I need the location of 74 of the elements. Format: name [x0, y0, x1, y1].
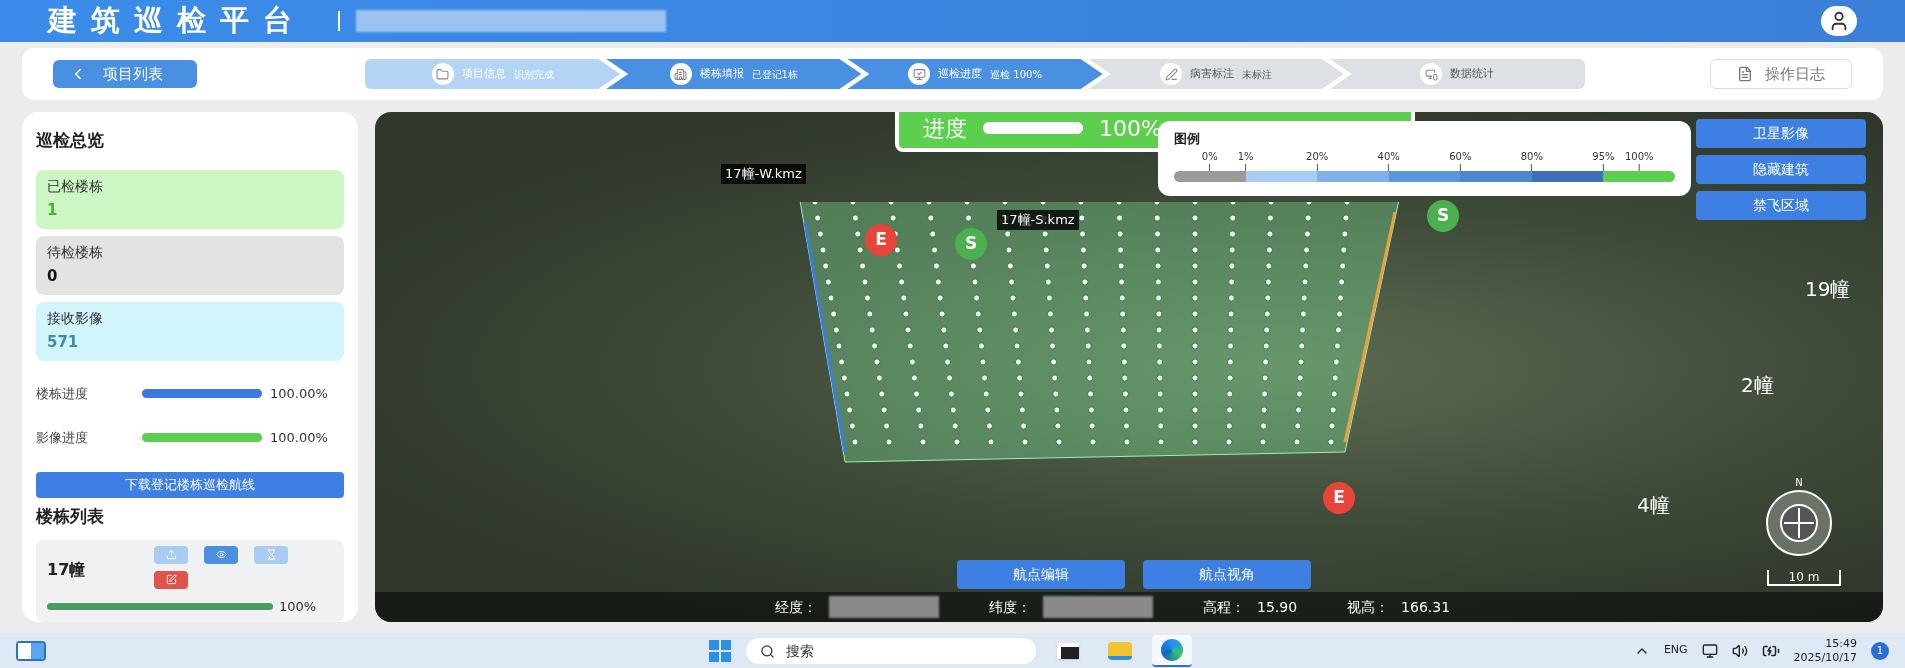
clock[interactable]: 15:49 2025/10/17: [1793, 636, 1857, 665]
route-marker: S: [1427, 200, 1459, 232]
route-marker: S: [955, 228, 987, 260]
building-progress-reading: 100%: [279, 597, 317, 616]
coordinate-label: 经度：: [775, 597, 817, 617]
coordinate-value: 15.90: [1257, 597, 1298, 617]
stat-card: 待检楼栋 0: [36, 235, 344, 295]
legend-title: 图例: [1174, 130, 1201, 148]
progress-label: 楼栋进度: [36, 384, 89, 403]
progress-step[interactable]: 巡检进度 巡检 100%: [847, 59, 1103, 89]
coordinate-label: 视高：: [1347, 597, 1390, 617]
document-icon: [1737, 66, 1753, 82]
notification-badge[interactable]: 1: [1871, 641, 1889, 660]
legend-tick: 20%: [1306, 148, 1329, 171]
progress-label: 影像进度: [36, 428, 89, 447]
search-icon: [760, 643, 775, 659]
legend-tick: 0%: [1201, 148, 1218, 171]
progress-reading: 100.00%: [270, 384, 328, 403]
waypoint-button[interactable]: 航点视角: [1143, 560, 1311, 589]
legend-tick: 95%: [1592, 148, 1615, 171]
language-indicator[interactable]: ENG: [1663, 642, 1688, 659]
edit-action-button[interactable]: [154, 570, 188, 589]
view-icon: [215, 549, 227, 560]
building-label: 2幢: [1741, 372, 1774, 399]
route-marker: E: [1323, 482, 1355, 514]
legend-tick: 100%: [1624, 148, 1654, 171]
screen-icon: [1420, 63, 1443, 85]
folder-icon: [431, 63, 454, 85]
list-title: 楼栋列表: [36, 505, 105, 528]
app-title: 建筑巡检平台: [48, 2, 306, 40]
search-field[interactable]: 搜索: [746, 637, 1036, 664]
hourglass-icon: [265, 549, 277, 560]
speaker-icon[interactable]: [1731, 642, 1748, 659]
stat-card: 已检楼栋 1: [36, 169, 344, 229]
coordinate-label: 纬度：: [989, 597, 1031, 617]
layer-button[interactable]: 卫星影像: [1696, 119, 1866, 148]
stat-card: 接收影像 571: [36, 301, 344, 361]
legend-tick: 1%: [1237, 148, 1254, 171]
progress-step[interactable]: 病害标注 未标注: [1088, 59, 1344, 89]
legend-tick: 40%: [1377, 148, 1400, 171]
user-avatar-icon[interactable]: [1821, 6, 1857, 36]
card-progress-reading: 100%: [1099, 114, 1162, 143]
browser-app-icon[interactable]: [1152, 634, 1192, 667]
satellite-map-photo[interactable]: 进度 100% 图例 0% 1% 20% 40% 60% 80% 95% 100% 卫星影像 隐藏建筑 禁飞区域 17幢-W.kmz 17幢-S.kmz E S S E 19幢 2幢 4幢 航点编辑 航点视角 N 10 m 经度： 纬度： 高程： 15.90 视高： 166.31: [375, 112, 1883, 622]
building-name: 17幢: [47, 558, 87, 581]
pen-icon: [1160, 63, 1183, 85]
route-label: 17幢-S.kmz: [997, 210, 1079, 230]
coordinate-value: 166.31: [1401, 597, 1451, 617]
building-label: 19幢: [1805, 276, 1851, 303]
monitor-icon: [908, 63, 931, 85]
back-button[interactable]: 项目列表: [53, 60, 197, 88]
card-progress-label: 进度: [923, 114, 967, 143]
download-route-button[interactable]: 下载登记楼栋巡检航线: [36, 472, 344, 498]
progress-step[interactable]: 数据统计: [1329, 59, 1585, 89]
waypoint-button[interactable]: 航点编辑: [957, 560, 1125, 589]
progress-reading: 100.00%: [270, 428, 328, 447]
edit-icon: [165, 574, 177, 585]
widgets-icon[interactable]: [16, 640, 46, 661]
legend-tick: 80%: [1520, 148, 1543, 171]
upload-icon: [165, 549, 177, 560]
layer-button[interactable]: 禁飞区域: [1696, 191, 1866, 220]
building-card[interactable]: 17幢 100%: [36, 539, 344, 622]
route-label: 17幢-W.kmz: [721, 164, 806, 184]
route-marker: E: [865, 224, 897, 256]
panel-title: 巡检总览: [36, 129, 105, 152]
progress-step[interactable]: 楼栋填报 已登记1栋: [606, 59, 862, 89]
view-action-button[interactable]: [204, 545, 238, 564]
layer-button[interactable]: 隐藏建筑: [1696, 155, 1866, 184]
coordinate-label: 高程：: [1203, 597, 1245, 617]
operation-log-button[interactable]: 操作日志: [1710, 59, 1852, 89]
scale-bar: 10 m: [1767, 570, 1841, 586]
building-label: 4幢: [1637, 492, 1670, 519]
legend-tick: 60%: [1449, 148, 1472, 171]
building-icon: [669, 63, 692, 85]
